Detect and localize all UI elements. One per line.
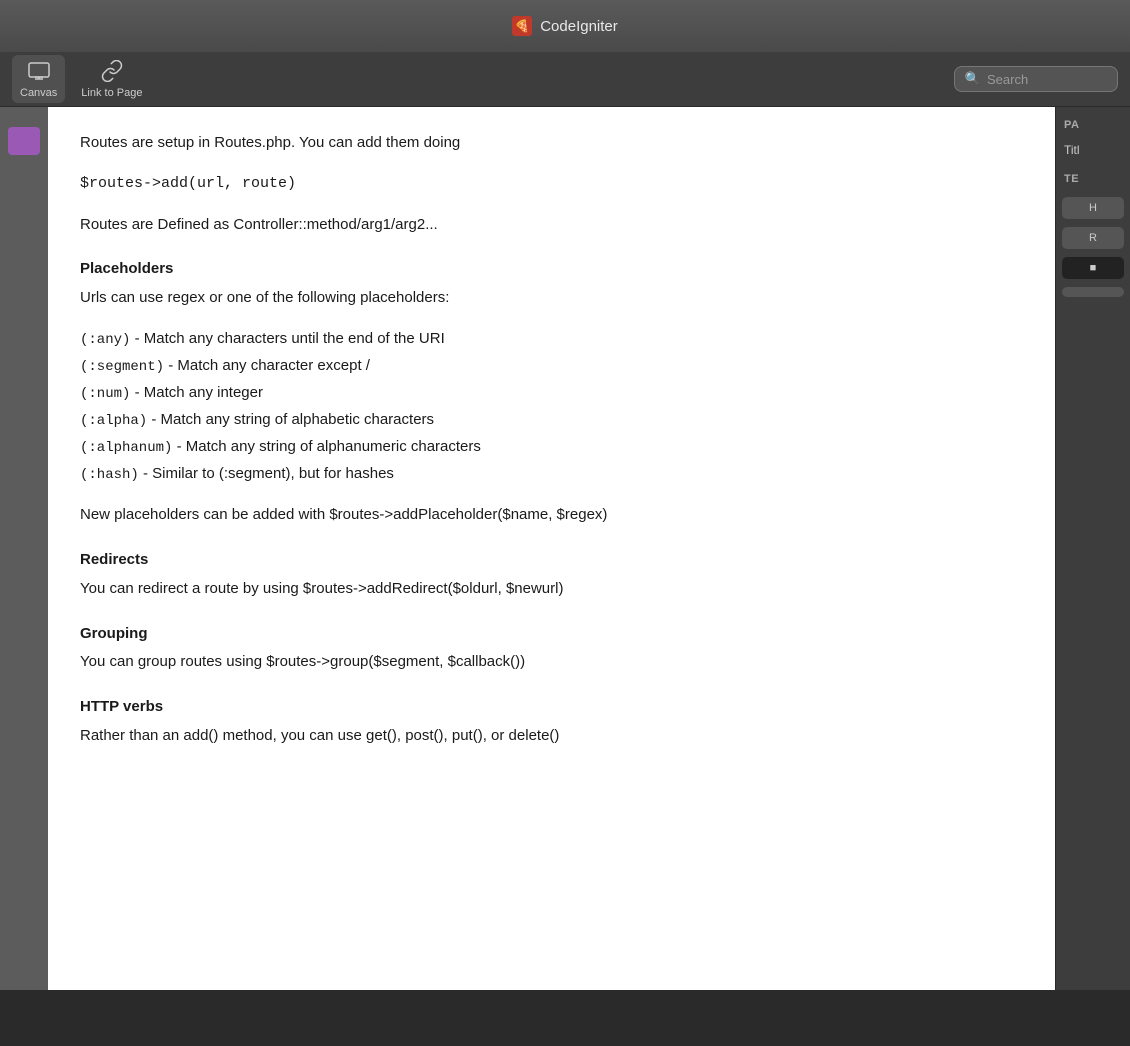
placeholder-code-3: (:num) bbox=[80, 386, 130, 402]
sidebar-active-item[interactable] bbox=[8, 127, 40, 155]
placeholders-title: Placeholders bbox=[80, 257, 1023, 282]
search-input[interactable] bbox=[987, 72, 1107, 87]
search-box[interactable]: 🔍 bbox=[954, 66, 1118, 92]
grouping-title: Grouping bbox=[80, 622, 1023, 647]
bottom-strip bbox=[0, 990, 1130, 1046]
app-icon-label: 🍕 bbox=[515, 19, 530, 33]
regular-btn[interactable]: R bbox=[1062, 227, 1124, 249]
code-add: $routes->add(url, route) bbox=[80, 172, 1023, 197]
page-section-header: PA bbox=[1056, 119, 1130, 139]
content-area: Routes are setup in Routes.php. You can … bbox=[48, 107, 1055, 1046]
placeholder-list: (:any) - Match any characters until the … bbox=[80, 327, 1023, 488]
list-item: (:any) - Match any characters until the … bbox=[80, 327, 1023, 352]
placeholder-code-5: (:alphanum) bbox=[80, 440, 172, 456]
placeholder-code-6: (:hash) bbox=[80, 467, 139, 483]
new-placeholders-text: New placeholders can be added with $rout… bbox=[80, 503, 1023, 528]
extra-btn[interactable] bbox=[1062, 287, 1124, 297]
placeholder-desc-3: - Match any integer bbox=[135, 384, 263, 401]
redirects-title: Redirects bbox=[80, 548, 1023, 573]
main-layout: Routes are setup in Routes.php. You can … bbox=[0, 107, 1130, 1046]
left-sidebar bbox=[0, 107, 48, 1046]
link-to-page-label: Link to Page bbox=[81, 87, 142, 99]
canvas-button[interactable]: Canvas bbox=[12, 55, 65, 103]
placeholder-desc-4: - Match any string of alphabetic charact… bbox=[151, 411, 434, 428]
http-verbs-title: HTTP verbs bbox=[80, 695, 1023, 720]
placeholder-desc-5: - Match any string of alphanumeric chara… bbox=[177, 438, 481, 455]
link-to-page-button[interactable]: Link to Page bbox=[73, 55, 150, 103]
text-section-header: TE bbox=[1056, 173, 1130, 193]
placeholder-code-4: (:alpha) bbox=[80, 413, 147, 429]
app-title: CodeIgniter bbox=[540, 18, 618, 35]
http-verbs-body: Rather than an add() method, you can use… bbox=[80, 724, 1023, 749]
search-icon: 🔍 bbox=[965, 71, 981, 87]
list-item: (:hash) - Similar to (:segment), but for… bbox=[80, 462, 1023, 487]
placeholder-code-2: (:segment) bbox=[80, 359, 164, 375]
grouping-body: You can group routes using $routes->grou… bbox=[80, 650, 1023, 675]
placeholder-desc-1: - Match any characters until the end of … bbox=[135, 330, 445, 347]
redirects-body: You can redirect a route by using $route… bbox=[80, 577, 1023, 602]
canvas-label: Canvas bbox=[20, 87, 57, 99]
intro-text-2: Routes are Defined as Controller::method… bbox=[80, 213, 1023, 238]
list-item: (:alphanum) - Match any string of alphan… bbox=[80, 435, 1023, 460]
list-item: (:alpha) - Match any string of alphabeti… bbox=[80, 408, 1023, 433]
canvas-icon bbox=[27, 59, 51, 83]
right-sidebar: PA Titl TE H R ■ bbox=[1055, 107, 1130, 1046]
placeholder-desc-6: - Similar to (:segment), but for hashes bbox=[143, 465, 394, 482]
intro-text-1: Routes are setup in Routes.php. You can … bbox=[80, 131, 1023, 156]
heading-btn[interactable]: H bbox=[1062, 197, 1124, 219]
dark-option-btn[interactable]: ■ bbox=[1062, 257, 1124, 279]
window-title: 🍕 CodeIgniter bbox=[512, 16, 618, 36]
title-label: Titl bbox=[1056, 139, 1130, 161]
list-item: (:segment) - Match any character except … bbox=[80, 354, 1023, 379]
placeholders-intro: Urls can use regex or one of the followi… bbox=[80, 286, 1023, 311]
app-icon: 🍕 bbox=[512, 16, 532, 36]
placeholder-desc-2: - Match any character except / bbox=[168, 357, 370, 374]
title-bar: 🍕 CodeIgniter bbox=[0, 0, 1130, 52]
toolbar: Canvas Link to Page 🔍 bbox=[0, 52, 1130, 107]
list-item: (:num) - Match any integer bbox=[80, 381, 1023, 406]
placeholder-code-1: (:any) bbox=[80, 332, 130, 348]
link-icon bbox=[100, 59, 124, 83]
